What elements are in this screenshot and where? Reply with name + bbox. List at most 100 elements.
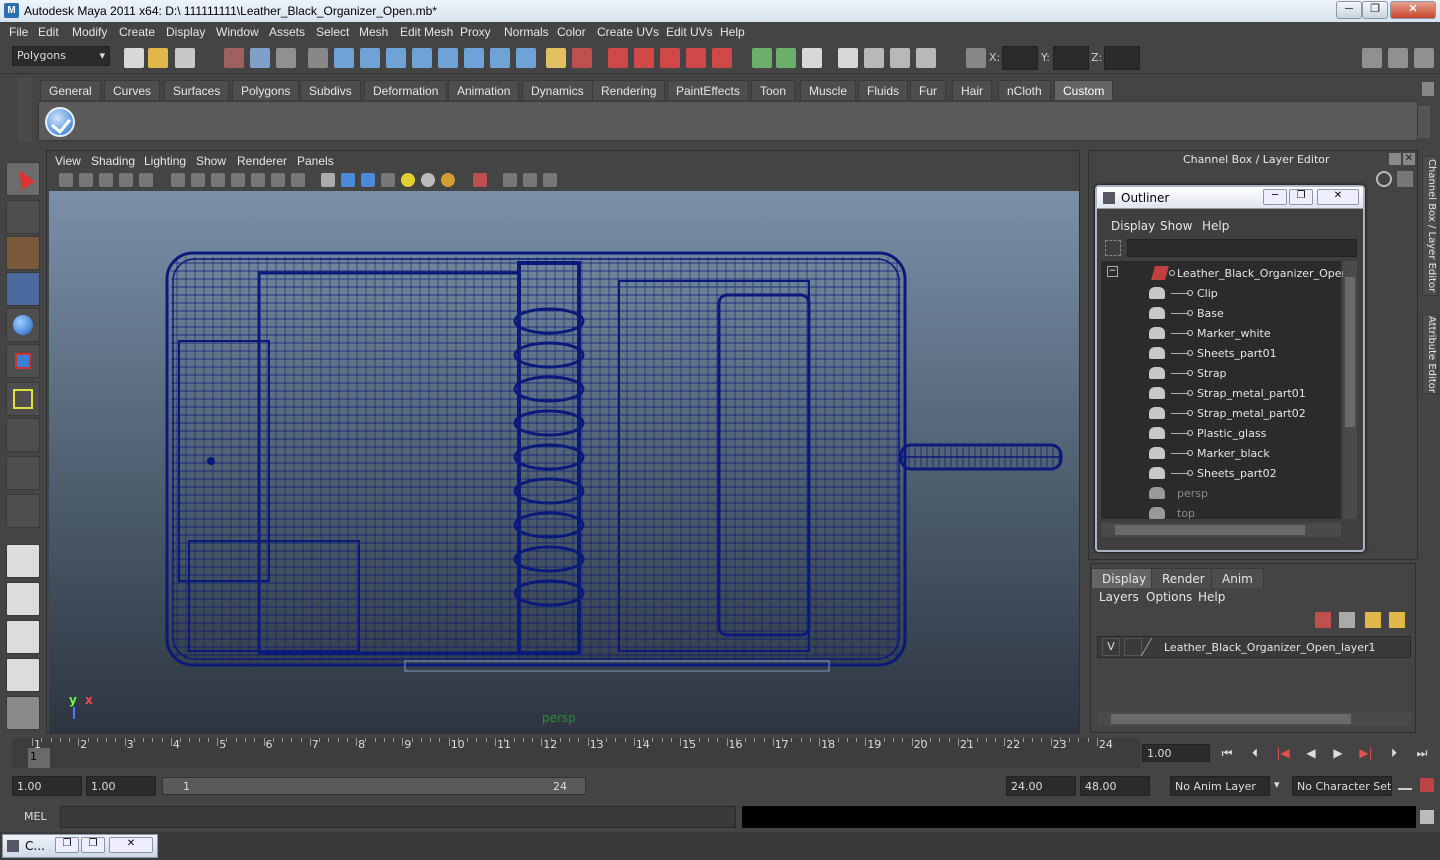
shelf-tab-hair[interactable]: Hair [952, 80, 993, 100]
field-chart-icon[interactable] [251, 173, 265, 187]
play-forwards-button[interactable]: ▶ [1329, 746, 1347, 762]
step-back-frame-button[interactable]: ⏴ [1246, 746, 1264, 762]
outliner-item[interactable]: Plastic_glass [1101, 423, 1339, 443]
character-set-dropdown[interactable]: No Character Set [1292, 776, 1392, 796]
outliner-menu-help[interactable]: Help [1202, 219, 1229, 233]
bookmarks-icon[interactable] [99, 173, 113, 187]
menu-mesh[interactable]: Mesh [359, 25, 388, 39]
viewport-menu-shading[interactable]: Shading [91, 154, 135, 168]
minimized-maximize-button[interactable]: ❐ [81, 837, 105, 853]
shelf-tab-muscle[interactable]: Muscle [800, 80, 857, 100]
minimized-window[interactable]: C... ❐ ❐ ✕ [2, 834, 158, 858]
output-ops-icon[interactable] [776, 48, 796, 68]
menu-window[interactable]: Window [216, 25, 259, 39]
menu-modify[interactable]: Modify [72, 25, 107, 39]
hypershade-layout-icon[interactable] [6, 696, 40, 730]
layer-visibility-toggle[interactable]: V [1102, 638, 1120, 656]
xray-joints-icon[interactable] [523, 173, 537, 187]
outliner-minimize-button[interactable]: ─ [1263, 189, 1287, 205]
select-object-icon[interactable] [250, 48, 270, 68]
minimized-restore-button[interactable]: ❐ [55, 837, 79, 853]
menu-edit-mesh[interactable]: Edit Mesh [400, 25, 453, 39]
go-to-end-button[interactable]: ⏭ [1413, 746, 1431, 762]
textured-icon[interactable] [381, 173, 395, 187]
menu-edit-uvs[interactable]: Edit UVs [666, 25, 713, 39]
resolution-gate-icon[interactable] [211, 173, 225, 187]
lock-selection-icon[interactable] [546, 48, 566, 68]
deformations-mask-icon[interactable] [438, 48, 458, 68]
outliner-item-camera[interactable]: top [1101, 503, 1339, 523]
viewport-menu-renderer[interactable]: Renderer [237, 154, 287, 168]
step-forward-key-button[interactable]: ▶| [1357, 746, 1375, 762]
layer-tab-render[interactable]: Render [1151, 568, 1216, 588]
command-language-label[interactable]: MEL [24, 810, 47, 823]
animation-start-field[interactable]: 1.00 [12, 776, 82, 796]
ipr-render-icon[interactable] [890, 48, 910, 68]
isolate-select-icon[interactable] [473, 173, 487, 187]
filter-icon[interactable] [1105, 240, 1121, 256]
trash-icon[interactable] [1422, 82, 1434, 96]
menu-create[interactable]: Create [119, 25, 155, 39]
new-layer-from-selected-icon[interactable] [1389, 612, 1405, 628]
construction-history-icon[interactable] [802, 48, 822, 68]
new-scene-icon[interactable] [124, 48, 144, 68]
shelf-tab-toon[interactable]: Toon [751, 80, 796, 100]
hardware-texturing-icon[interactable] [543, 173, 557, 187]
shelf-tab-curves[interactable]: Curves [104, 80, 161, 100]
snap-point-icon[interactable] [660, 48, 680, 68]
two-d-pan-zoom-icon[interactable] [139, 173, 153, 187]
viewport-menu-show[interactable]: Show [196, 154, 226, 168]
channel-box-layout-icon[interactable] [1376, 171, 1392, 187]
range-slider[interactable]: 1 24 [162, 777, 586, 795]
outliner-close-button[interactable]: ✕ [1317, 189, 1359, 205]
last-tool-icon[interactable] [6, 494, 40, 528]
checkmark-shelf-icon[interactable] [45, 107, 75, 137]
shelf-tab-subdivs[interactable]: Subdivs [300, 80, 361, 100]
xray-icon[interactable] [503, 173, 517, 187]
menu-edit[interactable]: Edit [38, 25, 59, 39]
outliner-item-camera[interactable]: persp [1101, 483, 1339, 503]
outliner-vertical-scrollbar[interactable] [1343, 261, 1357, 519]
shelf-tab-fluids[interactable]: Fluids [858, 80, 909, 100]
move-layer-down-icon[interactable] [1339, 612, 1355, 628]
menu-color[interactable]: Color [557, 25, 586, 39]
menu-file[interactable]: File [9, 25, 28, 39]
show-channel-box-icon[interactable] [1414, 48, 1434, 68]
layer-tab-anim[interactable]: Anim [1211, 568, 1264, 588]
shelf-tab-ncloth[interactable]: nCloth [998, 80, 1051, 100]
snap-curve-icon[interactable] [634, 48, 654, 68]
animation-end-field[interactable]: 48.00 [1080, 776, 1150, 796]
go-to-start-button[interactable]: ⏮ [1218, 746, 1236, 762]
z-field[interactable] [1104, 46, 1140, 70]
minimized-close-button[interactable]: ✕ [109, 837, 153, 853]
restore-button[interactable]: ❐ [1362, 1, 1388, 19]
menu-proxy[interactable]: Proxy [460, 25, 491, 39]
paint-select-tool-icon[interactable] [6, 236, 40, 270]
minimize-button[interactable]: ─ [1336, 1, 1362, 19]
show-attribute-editor-icon[interactable] [1362, 48, 1382, 68]
shelf-tab-animation[interactable]: Animation [448, 80, 520, 100]
smooth-shade-icon[interactable] [341, 173, 355, 187]
use-all-lights-icon[interactable] [421, 173, 435, 187]
render-frame-icon[interactable] [864, 48, 884, 68]
image-plane-icon[interactable] [119, 173, 133, 187]
make-live-icon[interactable] [712, 48, 732, 68]
outliner-menu-display[interactable]: Display [1111, 219, 1155, 233]
collapse-icon[interactable]: − [1107, 266, 1118, 277]
gate-mask-icon[interactable] [231, 173, 245, 187]
select-camera-icon[interactable] [59, 173, 73, 187]
use-default-lighting-icon[interactable] [401, 173, 415, 187]
command-input[interactable] [60, 806, 736, 828]
layer-menu-layers[interactable]: Layers [1099, 590, 1139, 604]
layer-menu-options[interactable]: Options [1146, 590, 1192, 604]
misc-mask-icon[interactable] [516, 48, 536, 68]
select-component-icon[interactable] [276, 48, 296, 68]
outliner-restore-button[interactable]: ❐ [1289, 189, 1313, 205]
playback-start-field[interactable]: 1.00 [86, 776, 156, 796]
side-tab-attribute-editor[interactable]: Attribute Editor [1422, 314, 1438, 394]
render-view-icon[interactable] [838, 48, 858, 68]
time-slider[interactable]: 1 1 2 3 4 5 6 7 8 9 10 11 12 13 14 15 16 17 18 19 20 21 22 23 2… [12, 738, 1140, 768]
layer-row[interactable]: V Leather_Black_Organizer_Open_layer1 [1097, 636, 1411, 658]
outliner-horizontal-scrollbar[interactable] [1101, 523, 1341, 537]
menu-help[interactable]: Help [720, 25, 745, 39]
